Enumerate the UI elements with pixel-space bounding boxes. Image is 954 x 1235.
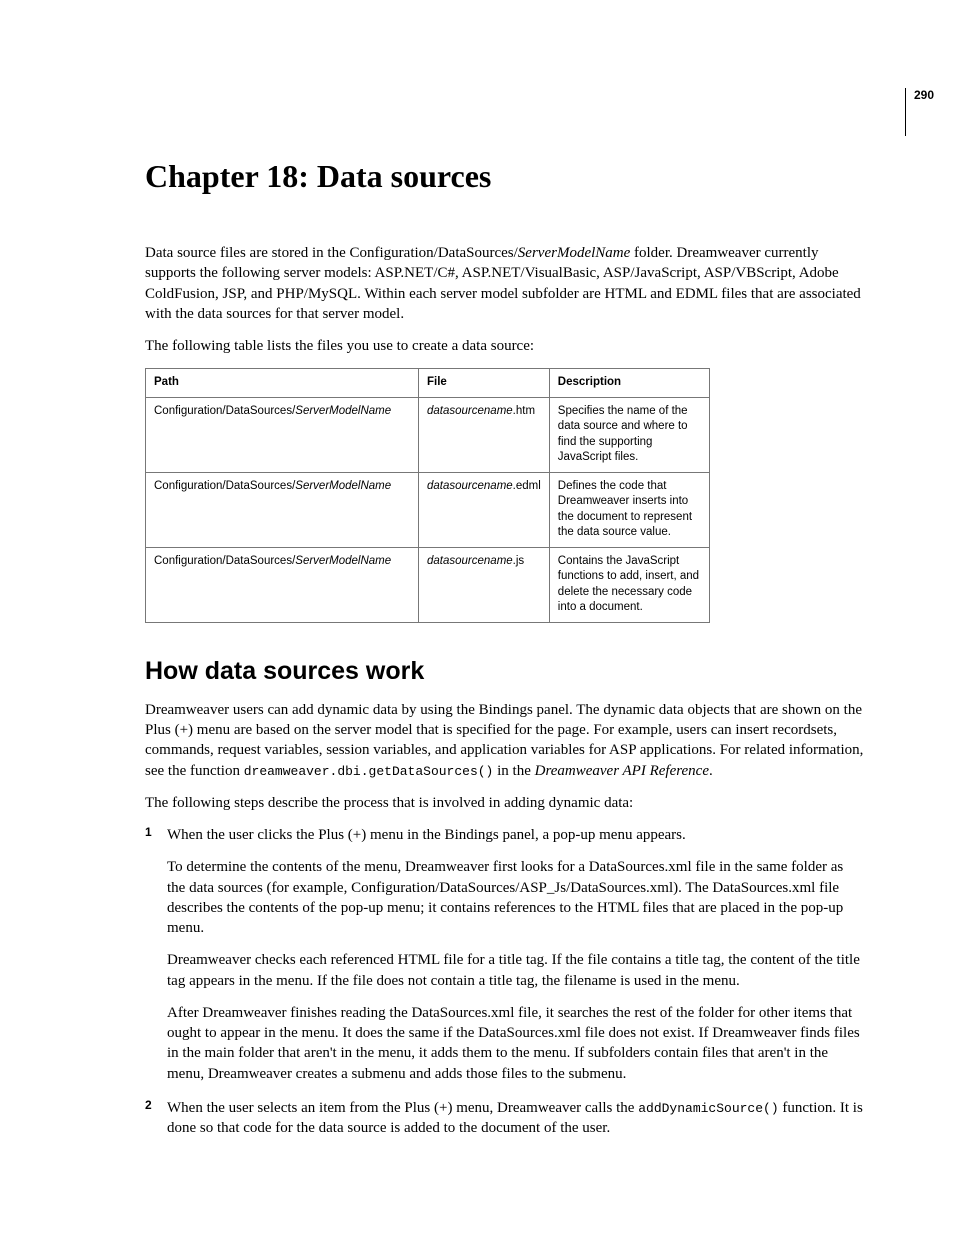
text: .	[709, 763, 713, 779]
step-1-p3: Dreamweaver checks each referenced HTML …	[167, 950, 864, 991]
text: in the	[493, 763, 534, 779]
api-reference-title: Dreamweaver API Reference	[535, 763, 709, 779]
intro-paragraph-1: Data source files are stored in the Conf…	[145, 243, 864, 324]
section-paragraph-2: The following steps describe the process…	[145, 793, 864, 813]
step-1-p1: When the user clicks the Plus (+) menu i…	[167, 825, 864, 845]
col-path: Path	[146, 369, 419, 398]
cell-file: datasourcename.htm	[419, 397, 550, 472]
server-model-name: ServerModelName	[295, 555, 391, 567]
col-description: Description	[549, 369, 709, 398]
step-2-p1: When the user selects an item from the P…	[167, 1098, 864, 1139]
server-model-name: ServerModelName	[518, 245, 630, 261]
cell-path: Configuration/DataSources/ServerModelNam…	[146, 397, 419, 472]
page-number: 290	[914, 88, 934, 102]
col-file: File	[419, 369, 550, 398]
files-table: Path File Description Configuration/Data…	[145, 368, 710, 623]
file-ext: .js	[513, 555, 525, 567]
text: When the user selects an item from the P…	[167, 1100, 638, 1116]
cell-path: Configuration/DataSources/ServerModelNam…	[146, 547, 419, 622]
step-1-p2: To determine the contents of the menu, D…	[167, 857, 864, 938]
text: Configuration/DataSources/	[154, 405, 295, 417]
page: 290 Chapter 18: Data sources Data source…	[0, 0, 954, 1232]
datasource-name: datasourcename	[427, 480, 513, 492]
intro-paragraph-2: The following table lists the files you …	[145, 336, 864, 356]
table-header-row: Path File Description	[146, 369, 710, 398]
code-getdatasources: dreamweaver.dbi.getDataSources()	[244, 764, 494, 779]
table-row: Configuration/DataSources/ServerModelNam…	[146, 472, 710, 547]
chapter-title: Chapter 18: Data sources	[145, 158, 864, 195]
section-paragraph-1: Dreamweaver users can add dynamic data b…	[145, 700, 864, 781]
datasource-name: datasourcename	[427, 555, 513, 567]
steps-list: When the user clicks the Plus (+) menu i…	[145, 825, 864, 1138]
section-heading: How data sources work	[145, 657, 864, 686]
step-1: When the user clicks the Plus (+) menu i…	[145, 825, 864, 1084]
cell-path: Configuration/DataSources/ServerModelNam…	[146, 472, 419, 547]
table-row: Configuration/DataSources/ServerModelNam…	[146, 547, 710, 622]
text: Data source files are stored in the Conf…	[145, 245, 518, 261]
text: Configuration/DataSources/	[154, 555, 295, 567]
step-1-p4: After Dreamweaver finishes reading the D…	[167, 1003, 864, 1084]
cell-file: datasourcename.js	[419, 547, 550, 622]
page-number-rule: 290	[905, 88, 934, 136]
file-ext: .edml	[513, 480, 541, 492]
cell-desc: Contains the JavaScript functions to add…	[549, 547, 709, 622]
cell-desc: Specifies the name of the data source an…	[549, 397, 709, 472]
file-ext: .htm	[513, 405, 535, 417]
server-model-name: ServerModelName	[295, 405, 391, 417]
text: Configuration/DataSources/	[154, 480, 295, 492]
datasource-name: datasourcename	[427, 405, 513, 417]
step-2: When the user selects an item from the P…	[145, 1098, 864, 1139]
cell-desc: Defines the code that Dreamweaver insert…	[549, 472, 709, 547]
code-adddynamicsource: addDynamicSource()	[638, 1101, 778, 1116]
table-row: Configuration/DataSources/ServerModelNam…	[146, 397, 710, 472]
cell-file: datasourcename.edml	[419, 472, 550, 547]
server-model-name: ServerModelName	[295, 480, 391, 492]
